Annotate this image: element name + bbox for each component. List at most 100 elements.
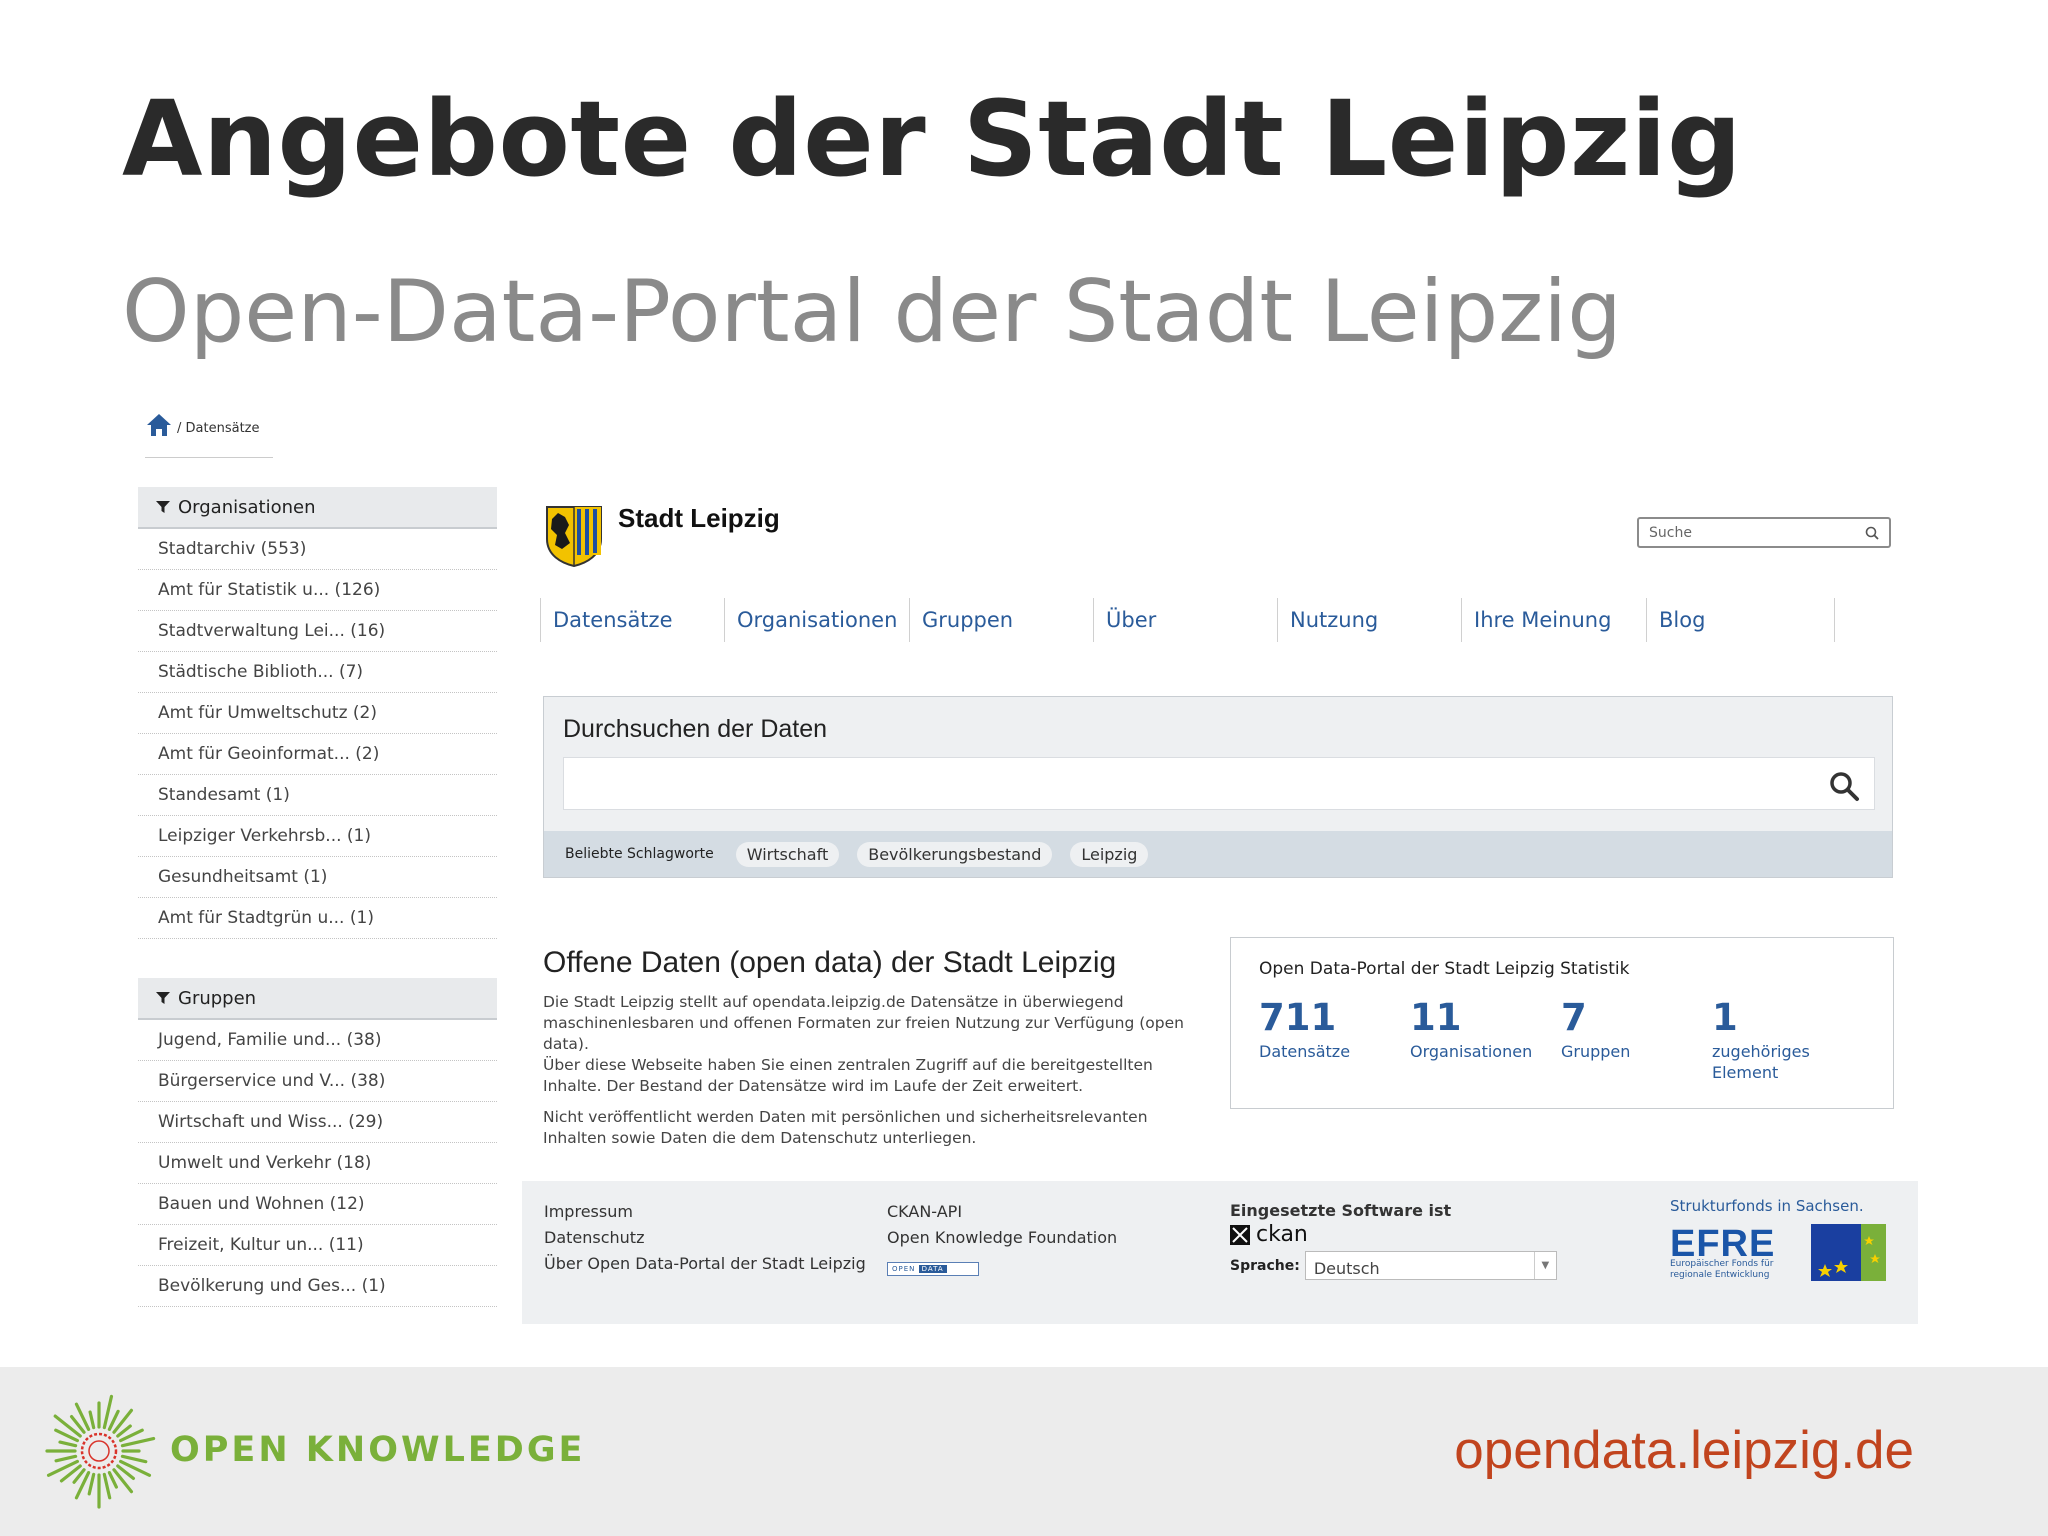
tag-leipzig[interactable]: Leipzig [1070, 841, 1149, 867]
logo-ray [54, 1454, 78, 1463]
facet-item[interactable]: Jugend, Familie und... (38) [138, 1020, 497, 1061]
main-nav: Datensätze Organisationen Gruppen Über N… [540, 598, 1840, 642]
dataset-search-input[interactable] [563, 757, 1875, 810]
search-placeholder: Suche [1649, 524, 1692, 541]
intro-paragraph: Die Stadt Leipzig stellt auf opendata.le… [543, 992, 1193, 1097]
search-panel: Durchsuchen der Daten Beliebte Schlagwor… [543, 696, 1893, 878]
stat-zugehoeriges-element[interactable]: 1 zugehöriges Element [1712, 996, 1832, 1083]
logo-ray [107, 1471, 118, 1489]
nav-organisationen[interactable]: Organisationen [724, 598, 897, 642]
stat-value: 7 [1561, 996, 1587, 1039]
footer-link-datenschutz[interactable]: Datenschutz [544, 1225, 866, 1251]
stat-organisationen[interactable]: 11 Organisationen [1410, 996, 1532, 1062]
facet-item[interactable]: Bürgerservice und V... (38) [138, 1061, 497, 1102]
facet-item[interactable]: Freizeit, Kultur un... (11) [138, 1225, 497, 1266]
intro-title: Offene Daten (open data) der Stadt Leipz… [543, 946, 1117, 979]
facet-header-gruppen[interactable]: Gruppen [138, 978, 497, 1020]
statistics-title: Open Data-Portal der Stadt Leipzig Stati… [1259, 959, 1630, 979]
search-panel-title: Durchsuchen der Daten [563, 715, 828, 743]
search-icon[interactable] [1828, 770, 1860, 802]
search-icon[interactable] [1865, 526, 1879, 540]
footer-software: Eingesetzte Software ist ckan Sprache: D… [1230, 1199, 1557, 1280]
nav-blog[interactable]: Blog [1646, 598, 1705, 642]
facet-header-organisationen[interactable]: Organisationen [138, 487, 497, 529]
facet-item[interactable]: Stadtarchiv (553) [138, 529, 497, 570]
open-knowledge-logo-text: OPEN KNOWLEDGE [170, 1430, 586, 1470]
facet-item[interactable]: Bevölkerung und Ges... (1) [138, 1266, 497, 1307]
badge-data-text: DATA [918, 1265, 947, 1273]
footer-links-2: CKAN-API Open Knowledge Foundation OPEN … [887, 1199, 1117, 1277]
intro-text: Über diese Webseite haben Sie einen zent… [543, 1056, 1153, 1095]
home-icon[interactable] [145, 412, 173, 438]
logo-ray [120, 1454, 148, 1464]
tag-wirtschaft[interactable]: Wirtschaft [735, 841, 840, 867]
breadcrumb: / Datensätze [145, 412, 273, 458]
facet-item[interactable]: Standesamt (1) [138, 775, 497, 816]
nav-ihre-meinung[interactable]: Ihre Meinung [1461, 598, 1611, 642]
stat-label: Datensätze [1259, 1042, 1351, 1061]
facet-item[interactable]: Umwelt und Verkehr (18) [138, 1143, 497, 1184]
slide-subtitle: Open-Data-Portal der Stadt Leipzig [122, 262, 1622, 362]
footer-links-1: Impressum Datenschutz Über Open Data-Por… [544, 1199, 866, 1277]
facet-item[interactable]: Wirtschaft und Wiss... (29) [138, 1102, 497, 1143]
site-url[interactable]: opendata.leipzig.de [1454, 1420, 1914, 1481]
open-data-badge[interactable]: OPEN DATA [887, 1262, 979, 1276]
slide-title: Angebote der Stadt Leipzig [122, 78, 1743, 200]
facet-item[interactable]: Leipziger Verkehrsb... (1) [138, 816, 497, 857]
nav-nutzung[interactable]: Nutzung [1277, 598, 1378, 642]
nav-divider [1834, 598, 1835, 642]
efre-top-text: Strukturfonds in Sachsen. [1670, 1197, 1864, 1215]
footer-link-okf[interactable]: Open Knowledge Foundation [887, 1225, 1117, 1251]
software-label: Eingesetzte Software ist [1230, 1201, 1452, 1220]
site-name[interactable]: Stadt Leipzig [618, 503, 780, 534]
ckan-icon [1230, 1225, 1250, 1245]
footer-link-impressum[interactable]: Impressum [544, 1199, 866, 1225]
nav-gruppen[interactable]: Gruppen [909, 598, 1013, 642]
efre-sub-line: regionale Entwicklung [1670, 1270, 1770, 1280]
popular-tags-bar: Beliebte Schlagworte Wirtschaft Bevölker… [544, 831, 1892, 877]
nav-ueber[interactable]: Über [1093, 598, 1156, 642]
popular-tags-label: Beliebte Schlagworte [565, 846, 714, 862]
stat-value: 1 [1712, 996, 1738, 1039]
language-select[interactable]: Deutsch ▼ [1304, 1251, 1557, 1280]
logo-ray [102, 1472, 112, 1500]
efre-sub-line: Europäischer Fonds für [1670, 1259, 1774, 1269]
language-value: Deutsch [1313, 1259, 1380, 1278]
leipzig-coat-of-arms-logo[interactable] [543, 503, 605, 567]
intro-section: Offene Daten (open data) der Stadt Leipz… [543, 946, 1193, 1149]
facet-item[interactable]: Gesundheitsamt (1) [138, 857, 497, 898]
facet-title: Gruppen [178, 987, 257, 1009]
facet-item[interactable]: Amt für Statistik u... (126) [138, 570, 497, 611]
stat-value: 711 [1259, 996, 1337, 1039]
facet-title: Organisationen [178, 496, 316, 518]
facet-item[interactable]: Städtische Biblioth... (7) [138, 652, 497, 693]
intro-text: Die Stadt Leipzig stellt auf opendata.le… [543, 993, 1184, 1053]
eu-flag-icon [1811, 1224, 1886, 1281]
stat-label: Gruppen [1561, 1042, 1631, 1061]
badge-open-text: OPEN [892, 1265, 916, 1273]
nav-datensaetze[interactable]: Datensätze [540, 598, 673, 642]
efre-sub-text: Europäischer Fonds für regionale Entwickl… [1670, 1259, 1773, 1281]
top-search-input[interactable]: Suche [1637, 517, 1891, 548]
facet-item[interactable]: Amt für Geoinformat... (2) [138, 734, 497, 775]
facet-item[interactable]: Amt für Umweltschutz (2) [138, 693, 497, 734]
stat-datensaetze[interactable]: 711 Datensätze [1259, 996, 1350, 1062]
facet-item[interactable]: Bauen und Wohnen (12) [138, 1184, 497, 1225]
breadcrumb-current[interactable]: / Datensätze [177, 421, 259, 436]
facet-gruppen: Gruppen Jugend, Familie und... (38) Bürg… [138, 978, 497, 1307]
logo-ray [120, 1436, 156, 1448]
statistics-box: Open Data-Portal der Stadt Leipzig Stati… [1230, 937, 1894, 1109]
logo-ray [102, 1394, 114, 1430]
stat-gruppen[interactable]: 7 Gruppen [1561, 996, 1630, 1062]
logo-ray [87, 1472, 96, 1496]
intro-paragraph-2: Nicht veröffentlicht werden Daten mit pe… [543, 1108, 1148, 1147]
ckan-text: ckan [1256, 1222, 1308, 1247]
footer-link-ueber[interactable]: Über Open Data-Portal der Stadt Leipzig [544, 1251, 866, 1277]
logo-ray [88, 1410, 96, 1430]
footer-link-ckan-api[interactable]: CKAN-API [887, 1199, 1117, 1225]
facet-item[interactable]: Stadtverwaltung Lei... (16) [138, 611, 497, 652]
ckan-logo[interactable]: ckan [1230, 1223, 1557, 1247]
tag-bevoelkerungsbestand[interactable]: Bevölkerungsbestand [857, 841, 1053, 867]
filter-icon [156, 501, 170, 513]
facet-item[interactable]: Amt für Stadtgrün u... (1) [138, 898, 497, 939]
